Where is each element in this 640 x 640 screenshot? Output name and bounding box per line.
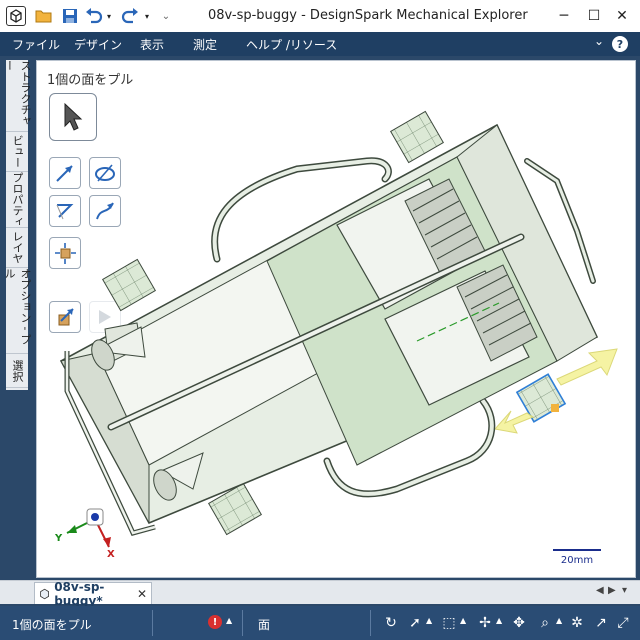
redo-dropdown-icon[interactable]: ▾: [142, 6, 152, 26]
tab-list-icon[interactable]: ▾: [622, 585, 627, 596]
save-icon[interactable]: [60, 6, 80, 26]
pan-icon[interactable]: ✥: [510, 614, 528, 632]
document-tab[interactable]: 08v-sp-buggy* ✕: [34, 580, 152, 608]
select-dropdown-icon[interactable]: ▲: [426, 616, 432, 625]
tab-view[interactable]: ビュー: [6, 132, 28, 172]
maximize-icon[interactable]: ☐: [582, 4, 606, 28]
customize-toolbar-icon[interactable]: ⌄: [160, 6, 172, 26]
fit-view-icon[interactable]: ⤢: [614, 614, 632, 632]
tab-selection[interactable]: 選択: [6, 354, 28, 388]
spin-icon[interactable]: ✲: [568, 614, 586, 632]
undo-dropdown-icon[interactable]: ▾: [104, 6, 114, 26]
buggy-model[interactable]: Y X: [37, 61, 636, 578]
orientation-triad[interactable]: Y X: [54, 508, 115, 560]
box-select-dropdown-icon[interactable]: ▲: [460, 616, 466, 625]
tab-options-pull[interactable]: オプション - プル: [3, 268, 32, 354]
document-icon: [40, 588, 49, 599]
scale-label: 20mm: [560, 555, 594, 566]
minimize-icon[interactable]: ─: [552, 4, 576, 28]
home-view-icon[interactable]: ↗: [592, 614, 610, 632]
orient-dropdown-icon[interactable]: ▲: [496, 616, 502, 625]
tab-properties[interactable]: プロパティ: [6, 172, 28, 228]
tab-layers[interactable]: レイヤ: [6, 228, 28, 268]
menu-measure[interactable]: 測定: [193, 36, 217, 53]
menu-help-resources[interactable]: ヘルプ /リソース: [246, 36, 337, 53]
side-panel-tabs: ストラクチャー ビュー プロパティ レイヤ オプション - プル 選択: [3, 60, 32, 390]
scale-bar: 20mm: [553, 549, 601, 566]
document-tab-strip: 08v-sp-buggy* ✕ ◀ ▶ ▾: [0, 580, 640, 608]
design-viewport[interactable]: 1個の面をプル Y X 20mm: [36, 60, 636, 578]
scroll-right-icon[interactable]: ▶: [608, 585, 616, 596]
window-title: 08v-sp-buggy - DesignSpark Mechanical Ex…: [208, 8, 528, 23]
close-icon[interactable]: ✕: [610, 4, 634, 28]
document-tab-close-icon[interactable]: ✕: [137, 587, 147, 601]
open-folder-icon[interactable]: [34, 6, 54, 26]
redo-icon[interactable]: [120, 6, 140, 26]
zoom-dropdown-icon[interactable]: ▲: [556, 616, 562, 625]
wheel-tab-top-left: [101, 258, 157, 312]
selection-filter[interactable]: 面: [258, 616, 270, 633]
axis-x-label: X: [107, 549, 115, 560]
title-bar: ▾ ▾ ⌄ 08v-sp-buggy - DesignSpark Mechani…: [0, 0, 640, 32]
help-icon[interactable]: ?: [612, 36, 628, 52]
error-dropdown-icon[interactable]: ▲: [226, 616, 232, 625]
error-indicator-icon[interactable]: !: [208, 615, 222, 629]
zoom-icon[interactable]: ⌕: [536, 614, 554, 632]
rotate-cursor-icon[interactable]: ↻: [382, 614, 400, 632]
wheel-tab-top-right: [389, 110, 445, 164]
menu-bar: ファイル デザイン 表示 測定 ヘルプ /リソース ⌄ ?: [0, 32, 640, 56]
menu-view[interactable]: 表示: [140, 36, 164, 53]
pull-anchor-icon[interactable]: [551, 404, 559, 412]
select-cursor-icon[interactable]: ➚: [406, 614, 424, 632]
orient-icon[interactable]: ✢: [476, 614, 494, 632]
menu-file[interactable]: ファイル: [12, 36, 60, 53]
status-message: 1個の面をプル: [12, 618, 92, 632]
document-tab-label: 08v-sp-buggy*: [54, 579, 105, 608]
undo-icon[interactable]: [84, 6, 104, 26]
tab-structure[interactable]: ストラクチャー: [3, 60, 32, 132]
app-icon[interactable]: [6, 6, 26, 26]
box-select-icon[interactable]: ⬚: [440, 614, 458, 632]
pull-arrow-handle-back[interactable]: [494, 410, 535, 434]
status-bar: 1個の面をプル ! ▲ 面 ↻ ➚ ▲ ⬚ ▲ ✢ ▲ ✥ ⌕ ▲ ✲ ↗ ⤢: [0, 606, 640, 640]
menu-design[interactable]: デザイン: [74, 36, 122, 53]
axis-y-label: Y: [54, 533, 63, 544]
scroll-left-icon[interactable]: ◀: [596, 585, 604, 596]
collapse-ribbon-icon[interactable]: ⌄: [594, 34, 604, 48]
